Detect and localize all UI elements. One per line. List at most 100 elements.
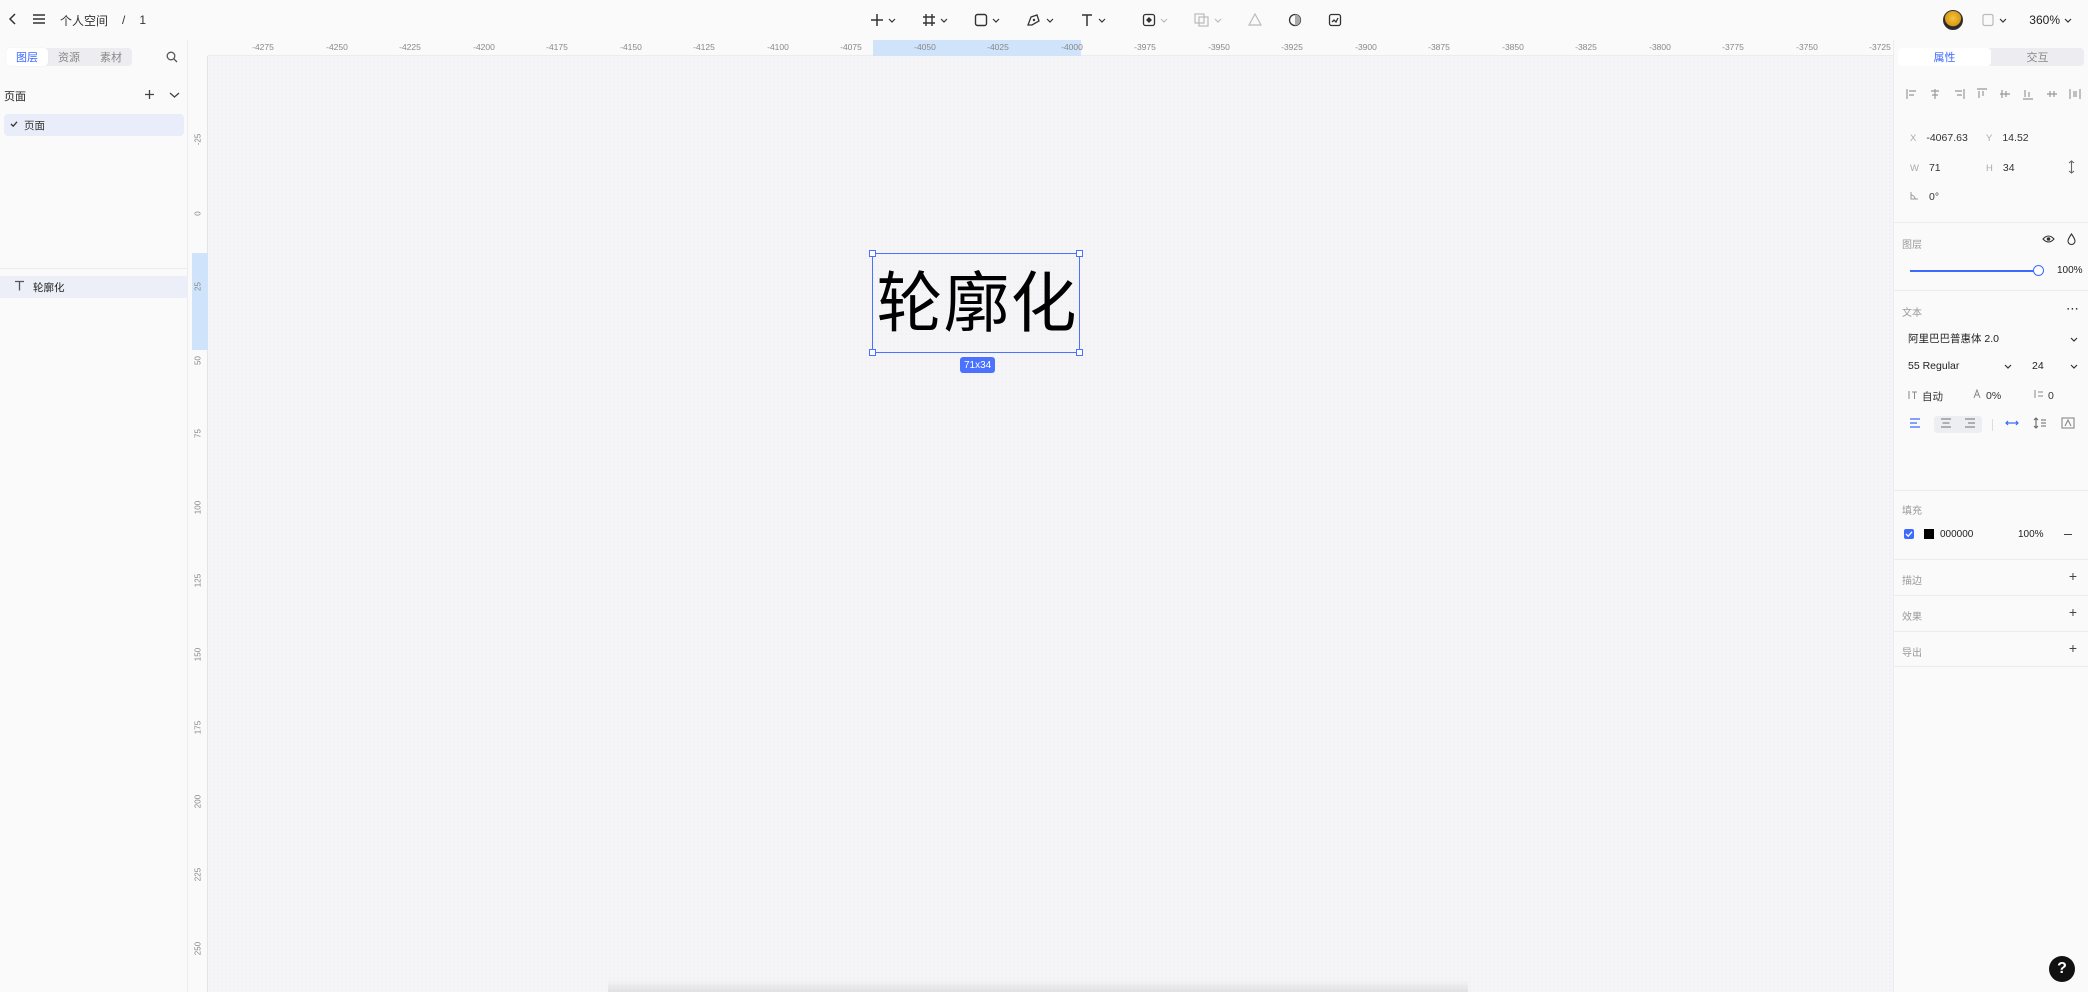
share-menu-button[interactable]	[1977, 6, 2011, 34]
shape-tool-button[interactable]	[970, 6, 1004, 34]
ruler-tick: -4125	[693, 42, 715, 52]
collapse-pages-icon[interactable]	[169, 90, 180, 102]
align-center-v-icon[interactable]	[1999, 88, 2011, 100]
page-item[interactable]: 页面	[4, 114, 184, 136]
back-icon[interactable]	[8, 12, 18, 29]
resize-handle-top-right[interactable]	[1076, 250, 1083, 257]
design-canvas[interactable]: 轮廓化 71x34	[208, 56, 1893, 992]
ruler-tick: 250	[193, 941, 203, 956]
add-export-icon[interactable]: +	[2069, 640, 2077, 656]
remove-fill-icon[interactable]	[2064, 534, 2072, 535]
tab-interaction[interactable]: 交互	[1991, 48, 2084, 66]
font-family-dropdown[interactable]: 阿里巴巴普惠体 2.0	[1908, 331, 2078, 346]
align-center-h-icon[interactable]	[1929, 88, 1941, 100]
breadcrumb-space[interactable]: 个人空间	[60, 12, 108, 29]
font-size-dropdown[interactable]: 24	[2032, 360, 2078, 372]
constrain-proportions-icon[interactable]	[2067, 160, 2076, 177]
ruler-tick: -4275	[252, 42, 274, 52]
selection-box[interactable]: 轮廓化	[869, 250, 1083, 356]
tab-materials[interactable]: 素材	[90, 48, 132, 66]
fill-hex-value[interactable]: 000000	[1940, 529, 1973, 540]
align-right-icon[interactable]	[1953, 88, 1965, 100]
breadcrumb-file[interactable]: 1	[139, 13, 146, 27]
effect-section-title: 效果	[1902, 612, 1922, 623]
eye-icon[interactable]	[2042, 234, 2055, 247]
ruler-tick: -3775	[1722, 42, 1744, 52]
check-icon	[10, 119, 18, 131]
text-align-left-icon[interactable]	[1906, 416, 1924, 433]
chevron-down-icon	[992, 18, 1000, 23]
h-field[interactable]: H 34	[1986, 162, 2015, 174]
align-top-icon[interactable]	[1976, 88, 1988, 100]
more-options-icon[interactable]: ⋯	[2066, 301, 2079, 317]
ruler-tick: -4150	[620, 42, 642, 52]
w-field[interactable]: W 71	[1910, 162, 1941, 174]
auto-width-icon[interactable]	[2003, 416, 2021, 433]
chevron-down-icon	[2070, 337, 2078, 342]
chevron-down-icon	[2070, 364, 2078, 369]
stroke-section-title: 描边	[1902, 576, 1922, 587]
text-tool-button[interactable]	[1076, 6, 1110, 34]
font-weight-dropdown[interactable]: 55 Regular	[1908, 360, 2012, 372]
ruler-tick: -4025	[987, 42, 1009, 52]
tab-properties[interactable]: 属性	[1898, 48, 1991, 66]
line-height-field[interactable]: 自动	[1908, 389, 1943, 404]
boolean-tool-button[interactable]	[1190, 6, 1226, 34]
distribute-v-icon[interactable]	[2069, 88, 2081, 100]
auto-height-icon[interactable]	[2031, 416, 2049, 433]
opacity-slider-knob[interactable]	[2033, 265, 2044, 276]
left-tabs: 图层 资源 素材	[6, 48, 132, 66]
image-tool-button[interactable]	[1324, 6, 1346, 34]
add-effect-icon[interactable]: +	[2069, 604, 2077, 620]
x-field[interactable]: X -4067.63	[1910, 132, 1968, 144]
properties-panel: 属性 交互 X -4067.63 Y 14.52 W 71 H 34 0° 图层…	[1893, 40, 2088, 992]
text-align-right-icon[interactable]	[1961, 416, 1979, 433]
layer-section: 图层	[1894, 222, 2088, 290]
opacity-slider-track[interactable]	[1910, 270, 2040, 272]
avatar[interactable]	[1943, 10, 1964, 30]
resize-handle-top-left[interactable]	[869, 250, 876, 257]
resize-handle-bottom-left[interactable]	[869, 349, 876, 356]
opacity-value[interactable]: 100%	[2057, 265, 2083, 276]
search-icon[interactable]	[166, 50, 178, 68]
text-layer-content[interactable]: 轮廓化	[873, 254, 1081, 354]
text-align-center-icon[interactable]	[1937, 416, 1955, 433]
outline-tool-button[interactable]	[1244, 6, 1266, 34]
component-tool-button[interactable]	[1138, 6, 1172, 34]
pen-tool-button[interactable]	[1022, 6, 1058, 34]
letter-spacing-field[interactable]: 0%	[1972, 388, 2001, 402]
top-toolbar: 个人空间 / 1 360%	[0, 0, 2088, 40]
align-left-icon[interactable]	[1906, 88, 1918, 100]
tab-assets[interactable]: 资源	[48, 48, 90, 66]
ruler-tick: -3975	[1134, 42, 1156, 52]
menu-icon[interactable]	[32, 13, 46, 28]
frame-tool-button[interactable]	[918, 6, 952, 34]
align-bottom-icon[interactable]	[2022, 88, 2034, 100]
text-align-rest	[1934, 416, 1982, 433]
fill-section-title: 填充	[1902, 506, 1922, 517]
add-tool-button[interactable]	[866, 6, 900, 34]
line-height-value: 自动	[1922, 391, 1943, 403]
help-button[interactable]: ?	[2049, 956, 2075, 982]
rectangle-icon	[974, 13, 988, 27]
paragraph-spacing-field[interactable]: 0	[2034, 389, 2054, 402]
distribute-h-icon[interactable]	[2046, 88, 2058, 100]
fixed-size-icon[interactable]	[2059, 416, 2077, 433]
fill-opacity-value[interactable]: 100%	[2018, 529, 2044, 540]
letter-spacing-icon	[1972, 388, 1982, 402]
add-page-icon[interactable]	[144, 89, 155, 103]
y-field[interactable]: Y 14.52	[1986, 132, 2029, 144]
mask-tool-button[interactable]	[1284, 6, 1306, 34]
layer-item[interactable]: 轮廓化	[0, 276, 188, 298]
zoom-dropdown[interactable]: 360%	[2025, 6, 2076, 34]
plus-icon	[871, 14, 883, 26]
fill-visible-checkbox[interactable]	[1904, 529, 1914, 539]
chevron-down-icon	[2064, 18, 2072, 23]
resize-handle-bottom-right[interactable]	[1076, 349, 1083, 356]
tab-layers[interactable]: 图层	[6, 48, 48, 66]
add-stroke-icon[interactable]: +	[2069, 568, 2077, 584]
blend-mode-icon[interactable]	[2067, 233, 2076, 248]
ruler-tick: -3950	[1208, 42, 1230, 52]
rotation-field[interactable]: 0°	[1910, 191, 1939, 203]
fill-color-swatch[interactable]	[1924, 529, 1934, 539]
